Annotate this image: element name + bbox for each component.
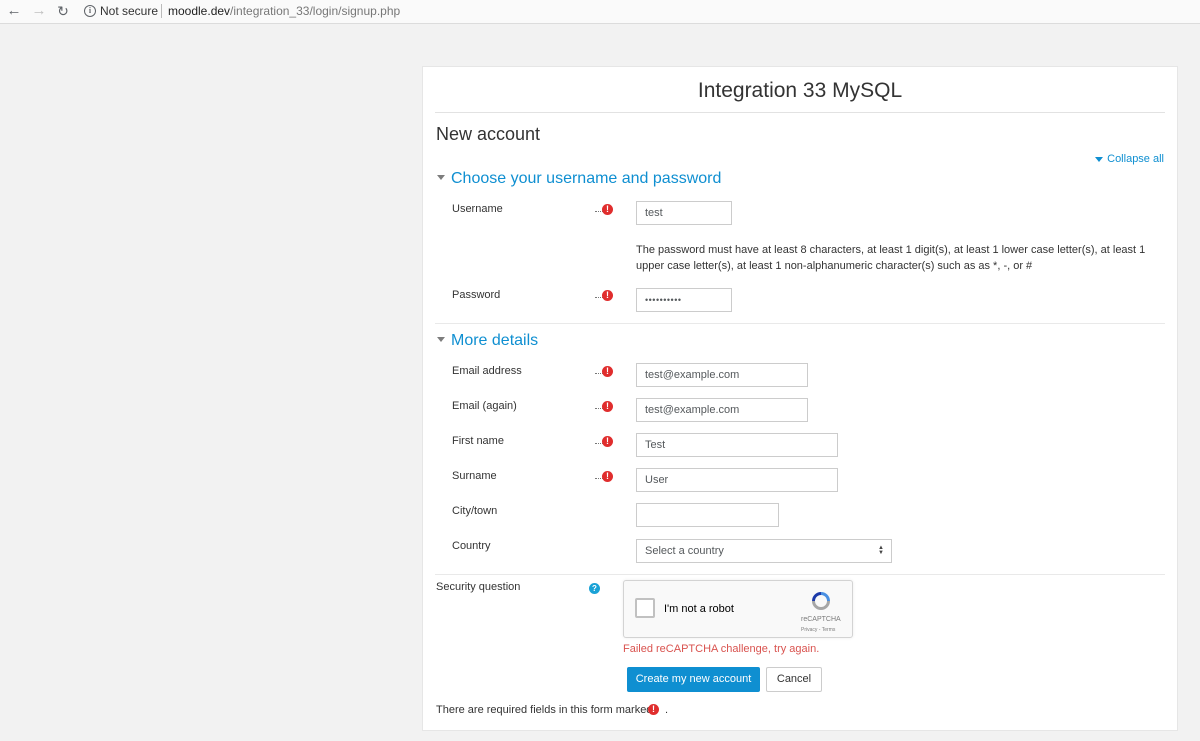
section-toggle-account[interactable]: Choose your username and password	[437, 170, 721, 188]
password-input[interactable]: ••••••••••	[636, 288, 732, 312]
security-question-label: Security question	[436, 581, 521, 593]
url-host: moodle.dev	[168, 4, 231, 18]
password-label: Password	[452, 289, 501, 301]
city-label: City/town	[452, 505, 498, 517]
section-toggle-details[interactable]: More details	[437, 332, 538, 350]
country-select[interactable]: Select a country ▲ ▼	[636, 539, 892, 563]
address-bar[interactable]: moodle.dev/integration_33/login/signup.p…	[168, 4, 400, 18]
required-icon: !	[648, 704, 659, 715]
header-divider	[435, 112, 1165, 113]
forward-arrow-icon[interactable]: →	[31, 3, 47, 19]
select-arrows-icon: ▲ ▼	[878, 545, 884, 556]
site-title: Integration 33 MySQL	[697, 79, 903, 102]
section-title-details: More details	[451, 332, 539, 349]
required-fields-note: There are required fields in this form m…	[436, 704, 653, 716]
collapse-all-link[interactable]: Collapse all	[1095, 153, 1164, 165]
required-icon: !	[602, 471, 613, 482]
recaptcha-brand: reCAPTCHA	[801, 616, 841, 623]
password-policy-text: The password must have at least 8 charac…	[636, 244, 1146, 272]
required-icon: !	[602, 366, 613, 377]
required-icon: !	[602, 204, 613, 215]
required-icon: !	[602, 436, 613, 447]
recaptcha-widget: I'm not a robot reCAPTCHA Privacy - Term…	[623, 580, 853, 638]
required-marker: !	[595, 436, 613, 448]
chevron-down-icon	[1095, 156, 1104, 162]
chevron-down-icon	[437, 337, 445, 343]
firstname-label: First name	[452, 435, 504, 447]
username-input[interactable]: test	[636, 201, 732, 225]
country-label: Country	[452, 540, 491, 552]
recaptcha-logo-icon	[812, 592, 830, 610]
section-divider	[435, 323, 1165, 324]
required-note-period: .	[665, 704, 669, 716]
security-status[interactable]: Not secure	[100, 4, 158, 18]
section-divider	[435, 574, 1165, 575]
collapse-all-label: Collapse all	[1107, 153, 1164, 165]
recaptcha-terms-link[interactable]: Privacy - Terms	[801, 627, 835, 633]
firstname-input[interactable]: Test	[636, 433, 838, 457]
surname-label: Surname	[452, 470, 497, 482]
browser-toolbar: ← → ↻ i Not secure moodle.dev/integratio…	[0, 0, 1200, 24]
required-icon: !	[602, 401, 613, 412]
required-icon: !	[602, 290, 613, 301]
recaptcha-checkbox[interactable]	[635, 598, 655, 618]
required-marker: !	[595, 366, 613, 378]
required-marker: !	[595, 401, 613, 413]
email-label: Email address	[452, 365, 522, 377]
email-again-label: Email (again)	[452, 400, 517, 412]
recaptcha-checkbox-label: I'm not a robot	[664, 603, 734, 615]
reload-icon[interactable]: ↻	[55, 3, 71, 19]
email-again-input[interactable]: test@example.com	[636, 398, 808, 422]
url-divider	[161, 4, 162, 18]
signup-page: Integration 33 MySQL New account Collaps…	[422, 66, 1178, 731]
help-icon[interactable]: ?	[589, 583, 600, 594]
email-input[interactable]: test@example.com	[636, 363, 808, 387]
city-input[interactable]	[636, 503, 779, 527]
surname-input[interactable]: User	[636, 468, 838, 492]
page-title: New account	[436, 124, 541, 144]
required-marker: !	[595, 204, 613, 216]
info-icon[interactable]: i	[84, 5, 96, 17]
required-marker: !	[595, 290, 613, 302]
country-select-value: Select a country	[645, 545, 724, 557]
back-arrow-icon[interactable]: ←	[6, 3, 22, 19]
chevron-down-icon	[437, 175, 445, 181]
create-account-button[interactable]: Create my new account	[627, 667, 760, 692]
required-marker: !	[595, 471, 613, 483]
section-title-account: Choose your username and password	[451, 170, 722, 187]
cancel-button[interactable]: Cancel	[766, 667, 822, 692]
username-label: Username	[452, 203, 503, 215]
url-path: /integration_33/login/signup.php	[230, 4, 401, 18]
recaptcha-error-message: Failed reCAPTCHA challenge, try again.	[623, 643, 820, 655]
